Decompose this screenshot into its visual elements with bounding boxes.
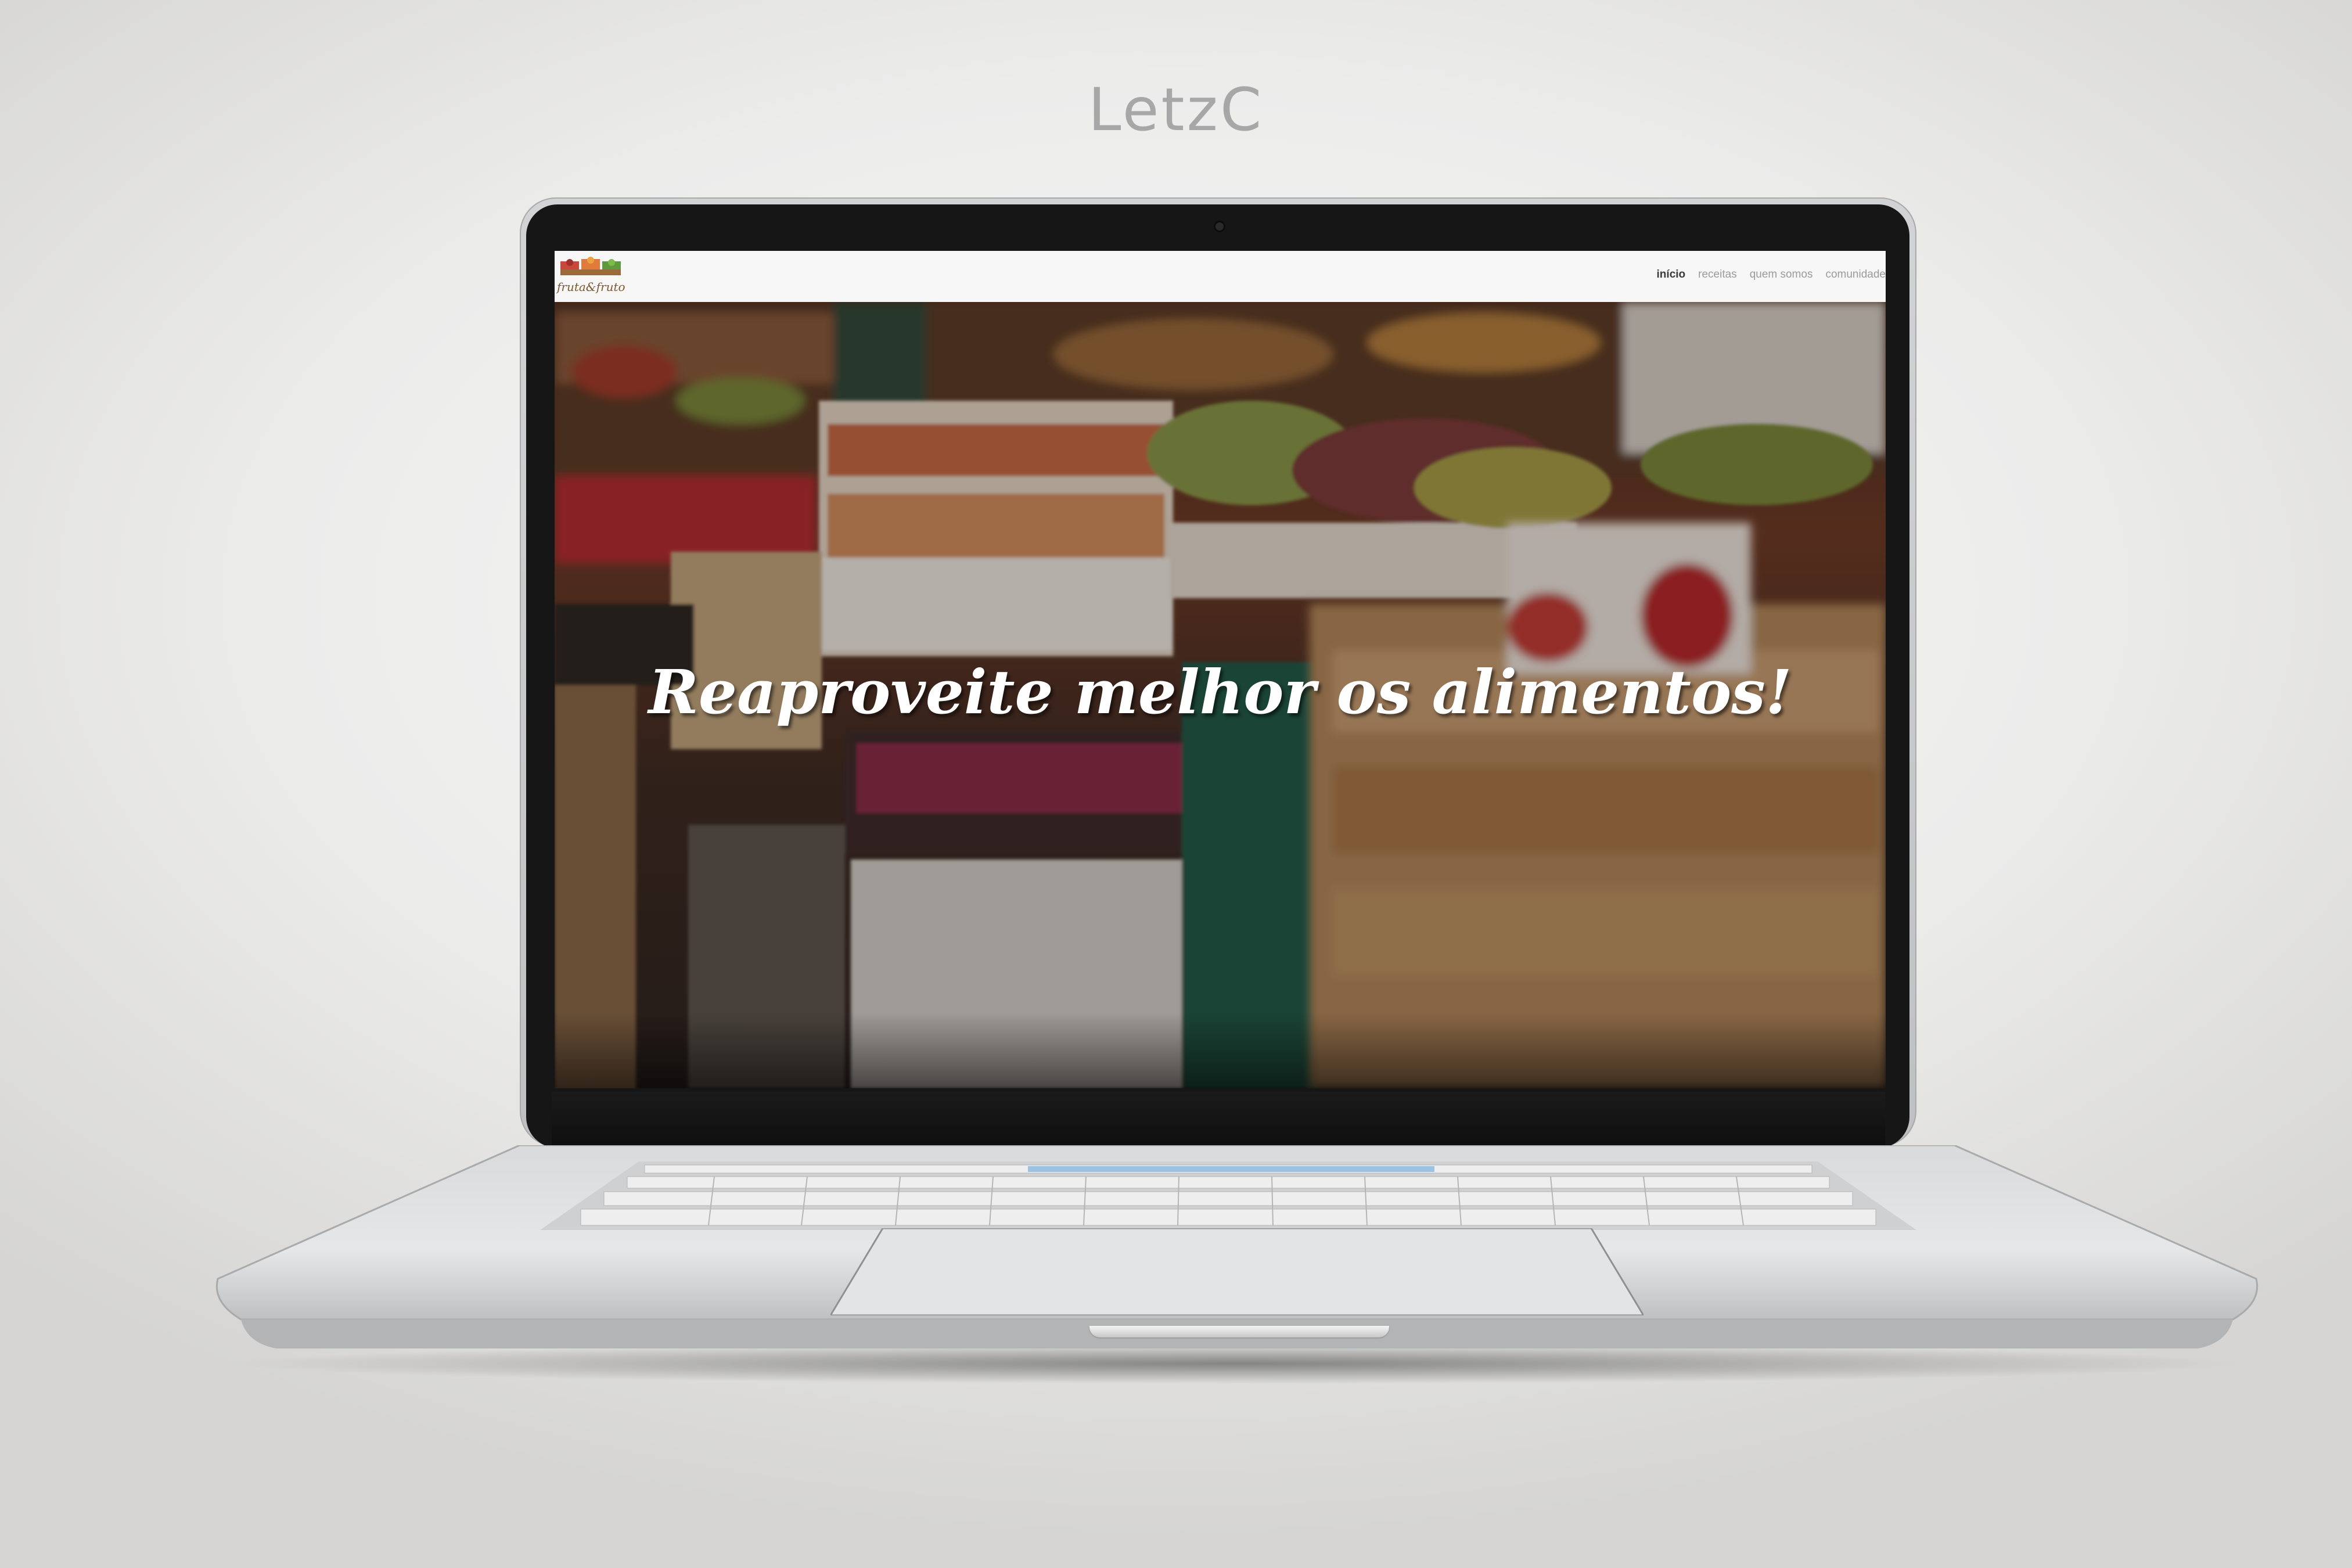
screen-reflection	[555, 1012, 1886, 1088]
nav-item-quem-somos[interactable]: quem somos	[1750, 268, 1813, 281]
laptop-hinge	[552, 1092, 1885, 1148]
keyboard	[540, 1161, 1916, 1230]
touchpad[interactable]	[830, 1228, 1643, 1315]
hero-headline: Reaproveite melhor os alimentos!	[648, 656, 1792, 728]
hero-banner: Reaproveite melhor os alimentos!	[555, 302, 1886, 1088]
nav-item-receitas[interactable]: receitas	[1698, 268, 1737, 281]
logo-text: fruta&fruto	[557, 280, 625, 294]
nav-item-inicio[interactable]: início	[1657, 268, 1686, 281]
nav-menu: início receitas quem somos comunidade	[1657, 268, 1886, 281]
mockup-title: LetzC	[1088, 75, 1264, 145]
site-logo[interactable]: fruta&fruto	[557, 256, 627, 299]
webcam-icon	[1215, 222, 1224, 231]
lid-opening-notch	[1089, 1326, 1389, 1337]
site-navbar: fruta&fruto início receitas quem somos c…	[555, 251, 1886, 303]
logo-crates-icon	[560, 257, 621, 275]
nav-item-comunidade[interactable]: comunidade	[1825, 268, 1886, 281]
laptop-screen: fruta&fruto início receitas quem somos c…	[555, 251, 1886, 1088]
